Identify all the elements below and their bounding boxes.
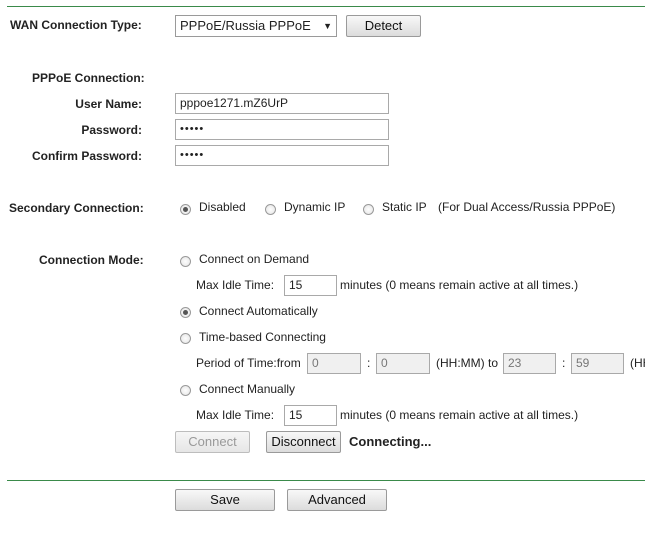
secondary-note: (For Dual Access/Russia PPPoE) (438, 200, 616, 214)
connection-status: Connecting... (349, 434, 432, 449)
pppoe-section-label: PPPoE Connection: (32, 71, 145, 85)
connect-automatically-radio[interactable] (180, 307, 191, 318)
hhmm-to-label: (HH:MM) to (436, 356, 498, 370)
period-of-time-label: Period of Time:from (196, 356, 301, 370)
wan-type-label: WAN Connection Type: (10, 18, 142, 32)
save-button[interactable]: Save (175, 489, 275, 511)
time-colon-2: : (562, 356, 566, 370)
from-minute-input[interactable]: 0 (376, 353, 430, 374)
wan-type-selected: PPPoE/Russia PPPoE (180, 18, 311, 33)
dropdown-arrow-icon: ▼ (323, 21, 332, 31)
top-divider (7, 6, 645, 7)
connect-manually-label: Connect Manually (199, 382, 296, 396)
max-idle-time-label-1: Max Idle Time: (196, 278, 275, 292)
max-idle-time-input-2[interactable]: 15 (284, 405, 337, 426)
secondary-dynamic-ip-radio[interactable] (265, 204, 276, 215)
confirm-password-input[interactable]: ••••• (175, 145, 389, 166)
secondary-disabled-label: Disabled (199, 200, 246, 214)
max-idle-time-note-1: minutes (0 means remain active at all ti… (340, 278, 579, 292)
secondary-static-ip-label: Static IP (382, 200, 427, 214)
connect-on-demand-label: Connect on Demand (199, 252, 310, 266)
connect-manually-radio[interactable] (180, 385, 191, 396)
secondary-dynamic-ip-label: Dynamic IP (284, 200, 346, 214)
password-input[interactable]: ••••• (175, 119, 389, 140)
disconnect-button[interactable]: Disconnect (266, 431, 341, 453)
to-minute-input[interactable]: 59 (571, 353, 624, 374)
max-idle-time-input-1[interactable]: 15 (284, 275, 337, 296)
username-label: User Name: (75, 97, 142, 111)
username-input[interactable]: pppoe1271.mZ6UrP (175, 93, 389, 114)
hhmm-tail-label: (HH:MM) (630, 356, 645, 370)
connect-button[interactable]: Connect (175, 431, 250, 453)
to-hour-input[interactable]: 23 (503, 353, 556, 374)
time-colon-1: : (367, 356, 371, 370)
max-idle-time-label-2: Max Idle Time: (196, 408, 275, 422)
connection-mode-label: Connection Mode: (39, 253, 144, 267)
confirm-password-label: Confirm Password: (31, 149, 142, 163)
connect-on-demand-radio[interactable] (180, 256, 191, 267)
secondary-connection-label: Secondary Connection: (9, 201, 144, 215)
connect-automatically-label: Connect Automatically (199, 304, 318, 318)
advanced-button[interactable]: Advanced (287, 489, 387, 511)
secondary-static-ip-radio[interactable] (363, 204, 374, 215)
time-based-connecting-label: Time-based Connecting (199, 330, 326, 344)
secondary-disabled-radio[interactable] (180, 204, 191, 215)
password-label: Password: (81, 123, 142, 137)
from-hour-input[interactable]: 0 (307, 353, 361, 374)
bottom-divider (7, 480, 645, 481)
max-idle-time-note-2: minutes (0 means remain active at all ti… (340, 408, 579, 422)
wan-type-select[interactable]: PPPoE/Russia PPPoE ▼ (175, 15, 337, 37)
detect-button[interactable]: Detect (346, 15, 421, 37)
time-based-connecting-radio[interactable] (180, 333, 191, 344)
